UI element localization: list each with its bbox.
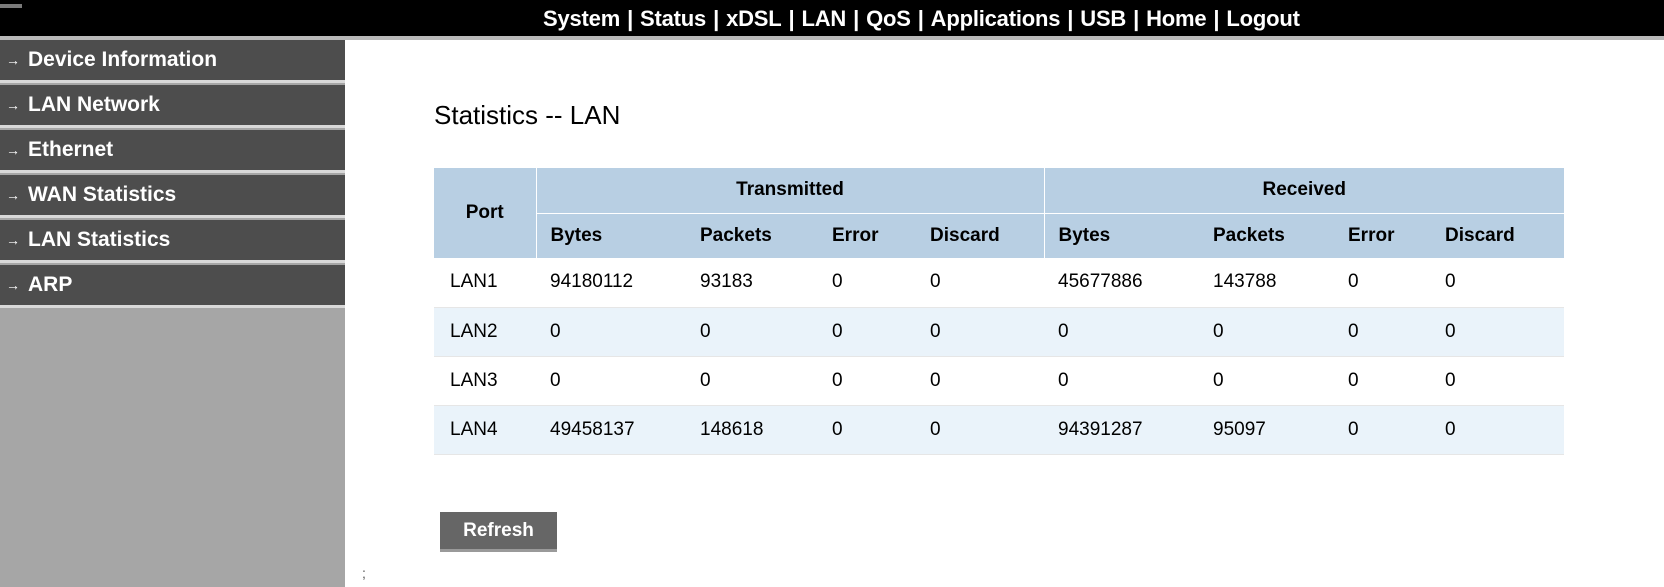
sidebar-item-label: LAN Network (28, 93, 160, 116)
nav-separator: | (1067, 6, 1074, 31)
column-header-rx-error: Error (1334, 213, 1431, 258)
sidebar-item-lan-network[interactable]: → LAN Network (0, 85, 345, 128)
arrow-right-icon: → (6, 142, 20, 158)
cell-rx-error: 0 (1334, 307, 1431, 357)
cell-port: LAN1 (434, 258, 536, 308)
cell-tx-discard: 0 (916, 258, 1044, 308)
nav-link-xdsl[interactable]: xDSL (726, 6, 782, 32)
column-header-tx-error: Error (818, 213, 916, 258)
table-row: LAN4 49458137 148618 0 0 94391287 95097 … (434, 405, 1564, 455)
nav-link-logout[interactable]: Logout (1226, 6, 1300, 32)
nav-link-usb[interactable]: USB (1080, 6, 1126, 32)
column-header-rx-packets: Packets (1199, 213, 1334, 258)
nav-link-qos[interactable]: QoS (866, 6, 911, 32)
sidebar: → Device Information → LAN Network → Eth… (0, 40, 345, 587)
column-header-port: Port (434, 168, 537, 258)
cell-tx-discard: 0 (916, 356, 1044, 406)
cell-rx-bytes: 0 (1044, 356, 1199, 406)
cell-tx-bytes: 49458137 (536, 405, 686, 455)
arrow-right-icon: → (6, 232, 20, 248)
table-sub-header-row: Bytes Packets Error Discard Bytes Packet… (434, 213, 1564, 258)
cell-tx-bytes: 94180112 (536, 258, 686, 308)
sidebar-item-device-information[interactable]: → Device Information (0, 40, 345, 83)
table-row: LAN2 0 0 0 0 0 0 0 0 (434, 307, 1564, 357)
cell-rx-packets: 143788 (1199, 258, 1334, 308)
cell-tx-bytes: 0 (536, 307, 686, 357)
sidebar-item-label: Device Information (28, 48, 218, 71)
nav-link-system[interactable]: System (543, 6, 620, 32)
lan-statistics-table: Port Transmitted Received Bytes Packets … (434, 168, 1564, 455)
column-group-received: Received (1044, 168, 1564, 214)
column-header-rx-discard: Discard (1431, 213, 1564, 258)
cell-tx-packets: 0 (686, 356, 818, 406)
stray-mark: ; (362, 565, 366, 581)
nav-separator: | (1213, 6, 1220, 31)
arrow-right-icon: → (6, 52, 20, 68)
table-row: LAN1 94180112 93183 0 0 45677886 143788 … (434, 258, 1564, 308)
cell-rx-error: 0 (1334, 356, 1431, 406)
cell-rx-packets: 0 (1199, 307, 1334, 357)
sidebar-item-lan-statistics[interactable]: → LAN Statistics (0, 220, 345, 263)
cell-rx-discard: 0 (1431, 356, 1564, 406)
arrow-right-icon: → (6, 97, 20, 113)
column-header-tx-discard: Discard (916, 213, 1045, 258)
cell-tx-discard: 0 (916, 405, 1044, 455)
table-group-header-row: Port Transmitted Received (434, 168, 1564, 258)
nav-link-applications[interactable]: Applications (931, 6, 1061, 32)
cell-tx-bytes: 0 (536, 356, 686, 406)
sidebar-item-arp[interactable]: → ARP (0, 265, 345, 308)
arrow-right-icon: → (6, 187, 20, 203)
cell-rx-discard: 0 (1431, 307, 1564, 357)
nav-link-status[interactable]: Status (640, 6, 706, 32)
cell-rx-error: 0 (1334, 258, 1431, 308)
top-nav-menu: System | Status | xDSL | LAN | QoS | App… (543, 4, 1300, 34)
sidebar-item-label: WAN Statistics (28, 183, 177, 206)
sidebar-item-label: ARP (28, 273, 73, 296)
sidebar-item-label: Ethernet (28, 138, 114, 161)
cell-rx-discard: 0 (1431, 405, 1564, 455)
cell-tx-packets: 0 (686, 307, 818, 357)
nav-link-lan[interactable]: LAN (801, 6, 846, 32)
cell-port: LAN4 (434, 405, 536, 455)
nav-separator: | (917, 6, 924, 31)
cell-tx-error: 0 (818, 307, 916, 357)
nav-separator: | (627, 6, 634, 31)
column-header-tx-bytes: Bytes (536, 213, 686, 258)
cell-rx-packets: 0 (1199, 356, 1334, 406)
table-row: LAN3 0 0 0 0 0 0 0 0 (434, 356, 1564, 406)
cell-rx-bytes: 0 (1044, 307, 1199, 357)
sidebar-item-label: LAN Statistics (28, 228, 171, 251)
nav-separator: | (713, 6, 720, 31)
cell-rx-error: 0 (1334, 405, 1431, 455)
cell-tx-error: 0 (818, 405, 916, 455)
cell-tx-error: 0 (818, 258, 916, 308)
top-navigation-bar: System | Status | xDSL | LAN | QoS | App… (0, 0, 1664, 40)
cell-rx-packets: 95097 (1199, 405, 1334, 455)
sidebar-item-wan-statistics[interactable]: → WAN Statistics (0, 175, 345, 218)
nav-separator: | (853, 6, 860, 31)
column-group-transmitted: Transmitted (536, 168, 1045, 214)
top-bar-marker (0, 4, 22, 8)
nav-separator: | (788, 6, 795, 31)
column-header-tx-packets: Packets (686, 213, 818, 258)
page-title: Statistics -- LAN (434, 100, 621, 130)
column-header-rx-bytes: Bytes (1044, 213, 1199, 258)
cell-port: LAN3 (434, 356, 536, 406)
cell-tx-packets: 93183 (686, 258, 818, 308)
arrow-right-icon: → (6, 277, 20, 293)
cell-port: LAN2 (434, 307, 536, 357)
nav-separator: | (1133, 6, 1140, 31)
nav-link-home[interactable]: Home (1146, 6, 1207, 32)
refresh-button[interactable]: Refresh (440, 512, 557, 552)
cell-rx-discard: 0 (1431, 258, 1564, 308)
cell-rx-bytes: 94391287 (1044, 405, 1199, 455)
cell-tx-packets: 148618 (686, 405, 818, 455)
sidebar-item-ethernet[interactable]: → Ethernet (0, 130, 345, 173)
cell-tx-error: 0 (818, 356, 916, 406)
cell-tx-discard: 0 (916, 307, 1044, 357)
cell-rx-bytes: 45677886 (1044, 258, 1199, 308)
